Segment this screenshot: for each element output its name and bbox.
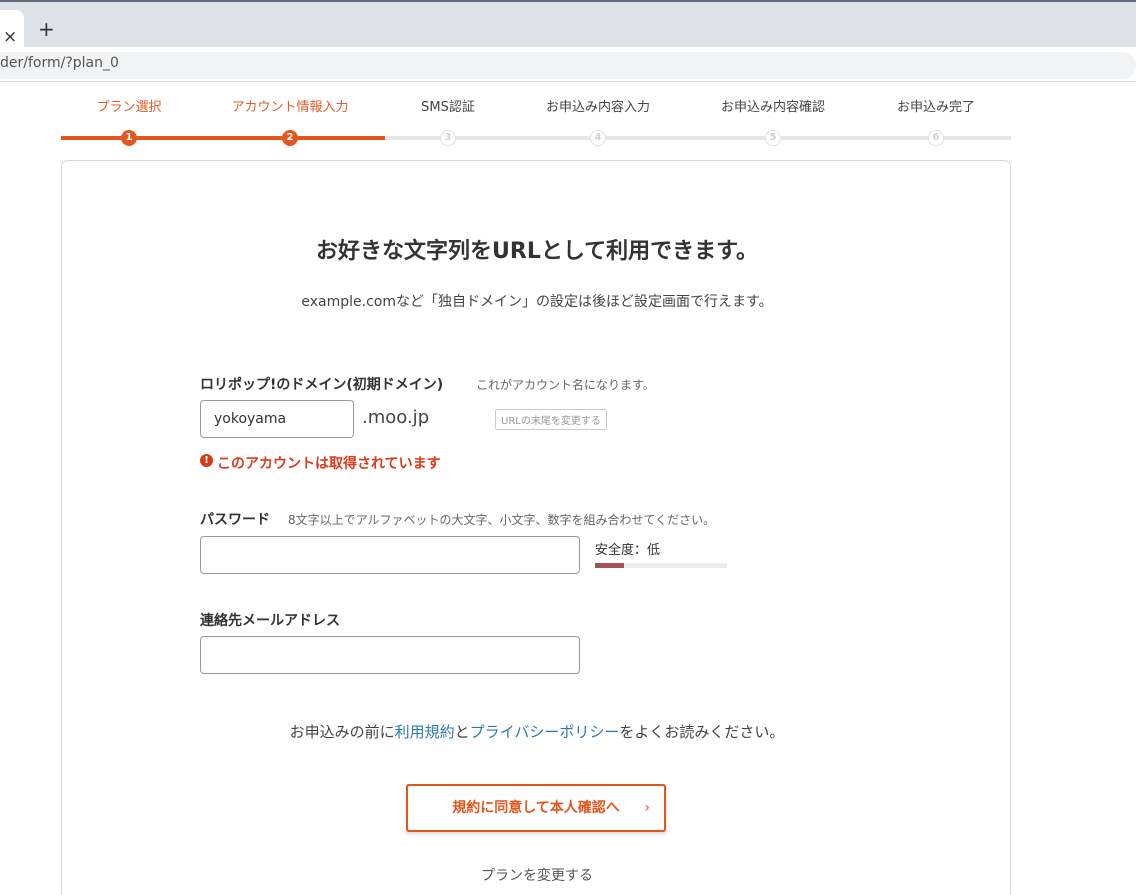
step-label-5: お申込み内容確認 [720,100,825,115]
agree-and-verify-label: 規約に同意して本人確認へ [452,800,620,816]
domain-error-message: このアカウントは取得されています [217,456,441,472]
domain-label: ロリポップ!のドメイン(初期ドメイン) [200,377,444,393]
step-dot-1: 1 [121,130,137,146]
terms-suffix: をよくお読みください。 [619,723,785,741]
step-dot-4: 4 [590,130,606,146]
domain-note: これがアカウント名になります。 [476,378,655,392]
page-title: お好きな文字列をURLとして利用できます。 [316,239,758,264]
password-label: パスワード [200,512,270,528]
terms-prefix: お申込みの前に [289,723,395,741]
password-note: 8文字以上でアルファベットの大文字、小文字、数字を組み合わせてください。 [288,513,716,527]
terms-and: と [454,723,470,741]
close-tab-icon[interactable]: × [3,29,17,46]
browser-toolbar [0,47,1136,82]
terms-notice: お申込みの前に利用規約とプライバシーポリシーをよくお読みください。 [62,721,1012,742]
password-input[interactable] [200,536,580,574]
browser-tab-strip: × + [0,0,1136,49]
password-strength-fill [595,563,625,568]
form-card: お好きな文字列をURLとして利用できます。 example.comなど「独自ドメ… [61,160,1011,895]
step-label-6: お申込み完了 [896,100,975,115]
terms-of-service-link[interactable]: 利用規約 [395,723,455,741]
error-icon: ! [200,454,213,467]
change-plan-link[interactable]: プランを変更する [62,865,1012,885]
page-subtitle: example.comなど「独自ドメイン」の設定は後ほど設定画面で行えます。 [301,294,773,310]
step-dot-6: 6 [928,130,944,146]
step-label-1: プラン選択 [96,100,162,115]
agree-and-verify-button[interactable]: 規約に同意して本人確認へ › [406,784,666,832]
step-dot-5: 5 [765,130,781,146]
change-url-suffix-button[interactable]: URLの末尾を変更する [495,409,607,430]
password-strength-meter [595,563,727,568]
email-label: 連絡先メールアドレス [200,613,340,629]
email-input[interactable] [200,636,580,674]
domain-suffix: .moo.jp [362,407,430,428]
browser-tab[interactable]: × [0,10,24,49]
step-progress: プラン選択 アカウント情報入力 SMS認証 お申込み内容入力 お申込み内容確認 … [61,96,1011,152]
step-track-progress [61,136,385,140]
new-tab-icon[interactable]: + [38,19,55,39]
password-strength-label: 安全度：低 [595,543,661,558]
step-label-3: SMS認証 [421,100,475,115]
address-bar[interactable] [0,52,1136,79]
step-label-4: お申込み内容入力 [545,100,650,115]
step-dot-2: 2 [282,130,298,146]
chevron-right-icon: › [644,800,650,816]
step-label-2: アカウント情報入力 [231,100,349,115]
domain-input[interactable]: yokoyama [200,400,354,438]
privacy-policy-link[interactable]: プライバシーポリシー [470,723,620,741]
step-dot-3: 3 [440,130,456,146]
address-bar-url[interactable]: der/form/?plan_0 [0,55,119,71]
